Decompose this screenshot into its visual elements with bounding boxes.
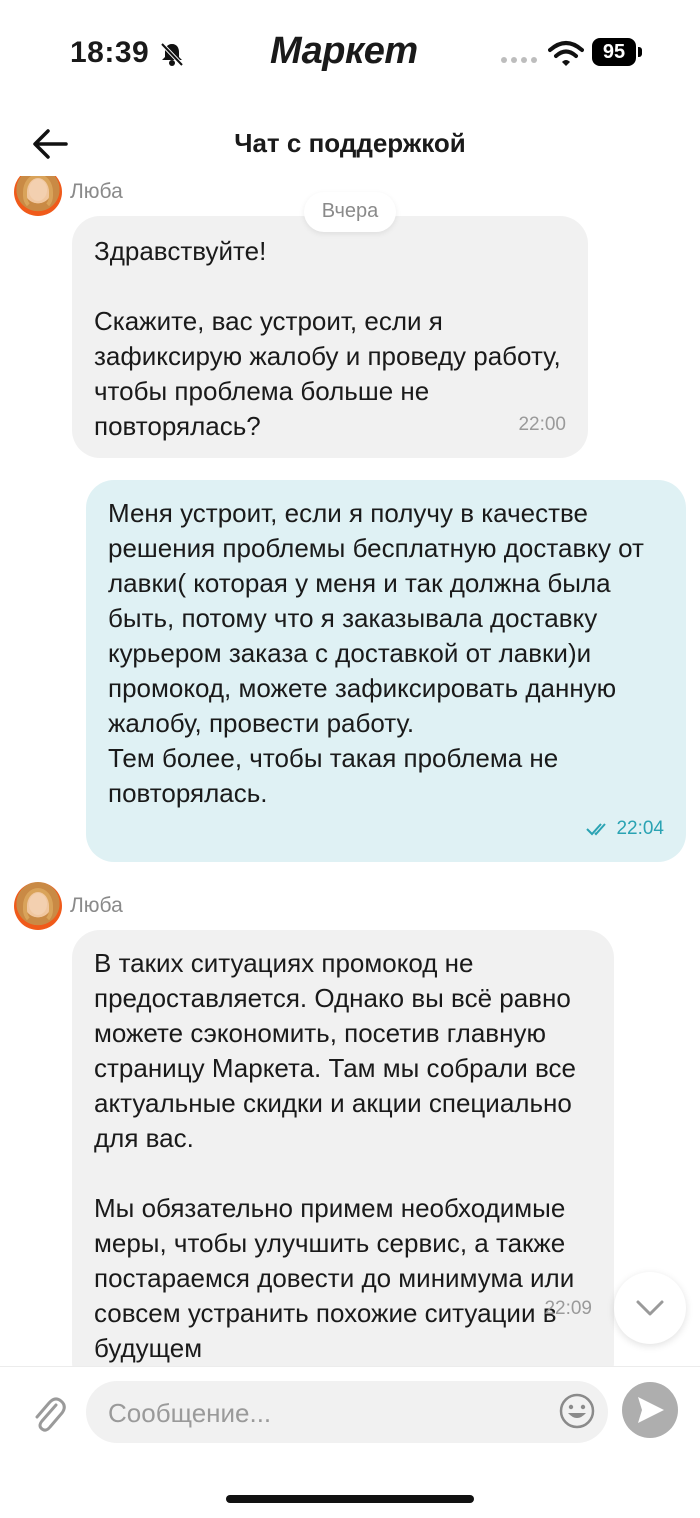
message-time: 22:09 bbox=[544, 1298, 592, 1319]
brand-logo: Маркет bbox=[270, 30, 418, 72]
send-button[interactable] bbox=[622, 1382, 678, 1438]
message-bubble-incoming[interactable]: Здравствуйте! Скажите, вас устроит, если… bbox=[72, 216, 588, 458]
sender-name: Люба bbox=[70, 894, 123, 917]
status-bar: 18:39 Маркет 95 bbox=[0, 0, 700, 100]
date-divider: Вчера bbox=[304, 192, 396, 232]
avatar bbox=[14, 176, 62, 216]
smile-icon[interactable] bbox=[558, 1392, 596, 1430]
message-input-box[interactable] bbox=[86, 1381, 608, 1445]
avatar bbox=[14, 882, 62, 930]
scroll-down-button[interactable] bbox=[614, 1272, 686, 1344]
send-icon bbox=[638, 1397, 664, 1423]
message-bubble-outgoing[interactable]: Меня устроит, если я получу в качестве р… bbox=[86, 480, 686, 862]
message-time: 22:00 bbox=[518, 414, 566, 435]
paperclip-icon[interactable] bbox=[30, 1393, 66, 1433]
clock: 18:39 bbox=[70, 36, 150, 69]
message-text: Меня устроит, если я получу в качестве р… bbox=[108, 498, 644, 808]
battery-level: 95 bbox=[592, 38, 636, 66]
home-indicator bbox=[226, 1495, 474, 1503]
message-text: Здравствуйте! Скажите, вас устроит, если… bbox=[94, 236, 561, 441]
message-text: В таких ситуациях промокод не предоставл… bbox=[94, 948, 577, 1363]
chevron-down-icon bbox=[636, 1300, 664, 1316]
wifi-icon bbox=[548, 41, 584, 66]
message-input[interactable] bbox=[106, 1381, 550, 1445]
cell-signal-icon bbox=[501, 57, 537, 63]
message-list[interactable]: Люба Здравствуйте! Скажите, вас устроит,… bbox=[0, 176, 700, 1366]
page-title: Чат с поддержкой bbox=[234, 128, 466, 158]
message-time: 22:04 bbox=[586, 811, 664, 846]
battery-tip bbox=[638, 47, 642, 57]
bell-slash-icon bbox=[160, 42, 184, 67]
battery-indicator: 95 bbox=[592, 38, 644, 68]
sender-name: Люба bbox=[70, 180, 123, 203]
message-bubble-incoming[interactable]: В таких ситуациях промокод не предоставл… bbox=[72, 930, 614, 1366]
double-check-icon bbox=[586, 823, 607, 836]
message-time-value: 22:04 bbox=[616, 818, 664, 839]
chat-header: Чат с поддержкой bbox=[0, 112, 700, 176]
